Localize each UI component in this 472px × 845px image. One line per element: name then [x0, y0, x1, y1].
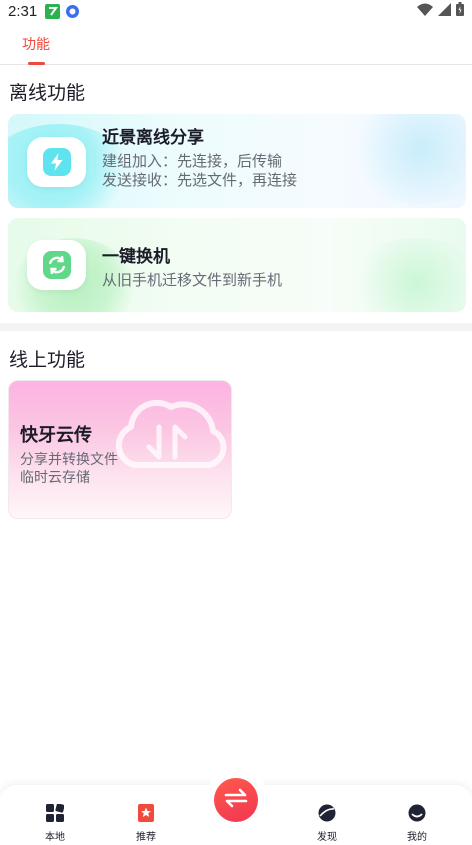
status-bar: 2:31 [0, 0, 472, 22]
profile-icon [408, 804, 426, 826]
one-key-switch-card[interactable]: 一键换机 从旧手机迁移文件到新手机 [8, 218, 466, 312]
nav-item-mine[interactable]: 我的 [387, 804, 447, 843]
nav-label: 我的 [407, 832, 427, 843]
lightning-icon [27, 137, 86, 187]
nav-item-discover[interactable]: 发现 [297, 804, 357, 843]
tab-functions[interactable]: 功能 [22, 34, 50, 54]
nav-label: 本地 [45, 832, 65, 843]
nav-item-local[interactable]: 本地 [25, 803, 85, 843]
card-title: 快牙云传 [20, 425, 92, 446]
card-subtitle-line-1: 从旧手机迁移文件到新手机 [102, 271, 283, 289]
status-time: 2:31 [8, 2, 38, 20]
nav-label: 推荐 [136, 832, 156, 843]
card-decoration-glow [346, 114, 466, 204]
cloud-transfer-card[interactable]: 快牙云传 分享并转换文件 临时云存储 [8, 380, 232, 519]
tab-active-indicator [28, 62, 45, 65]
signal-icon [438, 2, 451, 20]
wifi-icon [417, 3, 433, 20]
section-divider [0, 323, 472, 331]
refresh-icon [27, 240, 86, 290]
card-decoration-glow [346, 238, 466, 312]
planet-icon [318, 804, 336, 826]
cloud-transfer-icon [109, 387, 229, 481]
offline-section-title: 离线功能 [9, 82, 86, 104]
transfer-action-button[interactable] [214, 778, 258, 822]
nearby-offline-share-card[interactable]: 近景离线分享 建组加入：先连接，后传输 发送接收：先选文件，再连接 [8, 114, 466, 208]
nav-label: 发现 [317, 832, 337, 843]
status-right [417, 2, 464, 20]
card-subtitle-line-1: 分享并转换文件 [20, 452, 118, 468]
online-section-title: 线上功能 [9, 349, 86, 371]
card-subtitle-line-2: 临时云存储 [20, 470, 90, 486]
top-tab-bar: 功能 [0, 22, 472, 65]
card-title: 近景离线分享 [102, 128, 204, 148]
battery-icon [456, 2, 464, 20]
card-subtitle-line-1: 建组加入：先连接，后传输 [102, 152, 283, 170]
app-notification-icon [45, 3, 61, 19]
card-title: 一键换机 [102, 247, 170, 267]
app-notification-icon-2 [66, 4, 80, 18]
nav-item-recommend[interactable]: 推荐 [116, 804, 176, 843]
grid-icon [46, 803, 65, 826]
bookmark-star-icon [137, 804, 155, 826]
transfer-arrows-icon [223, 788, 249, 812]
card-subtitle-line-2: 发送接收：先选文件，再连接 [102, 171, 298, 189]
